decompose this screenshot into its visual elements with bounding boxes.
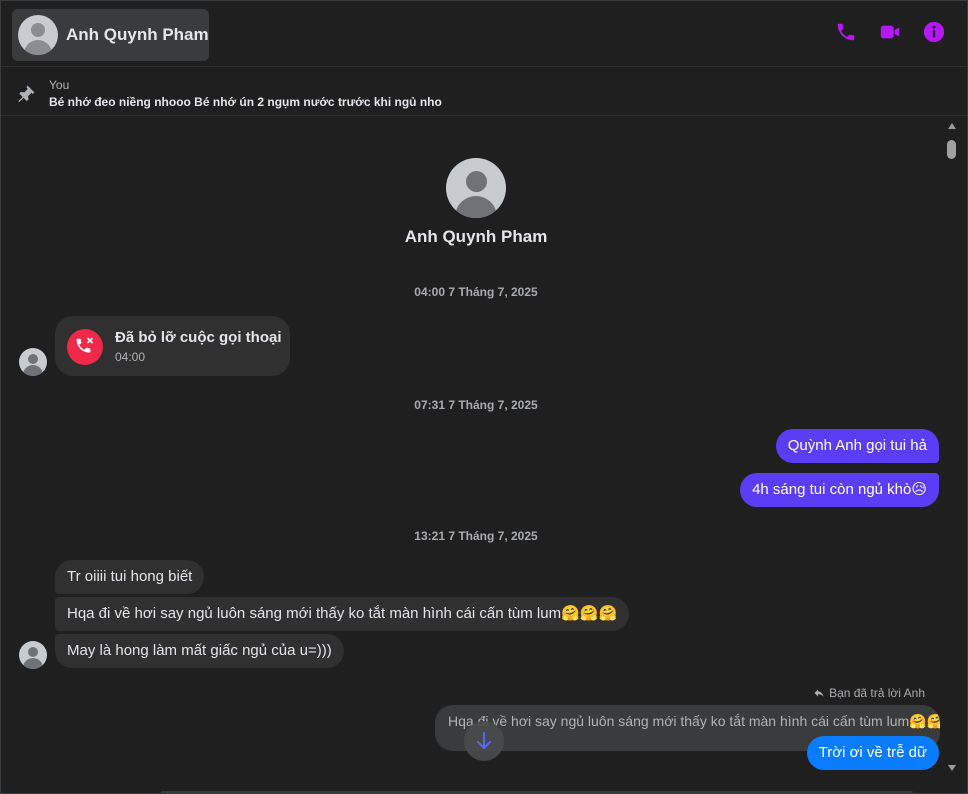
pinned-author: You [49,78,70,92]
timestamp: 04:00 7 Tháng 7, 2025 [414,285,538,299]
scroll-down-arrow[interactable] [948,765,956,771]
avatar[interactable] [19,348,47,376]
message-bubble-incoming[interactable]: Hqa đi về hơi say ngủ luôn sáng mới thấy… [55,597,630,631]
scrollbar-thumb[interactable] [947,140,956,159]
header-actions [835,21,945,43]
message-bubble-reply[interactable]: Trời ơi về trễ dữ [806,736,939,770]
contact-profile-button[interactable]: Anh Quynh Pham [12,9,209,61]
profile-name: Anh Quynh Pham [404,227,548,246]
scroll-up-arrow[interactable] [948,123,956,129]
scrollbar[interactable] [946,123,958,779]
pinned-message-bar[interactable]: You Bé nhớ đeo niềng nhooo Bé nhớ ún 2 n… [1,68,967,116]
missed-call-icon [67,329,103,365]
video-camera-icon[interactable] [879,21,901,43]
avatar[interactable] [19,641,47,669]
missed-call-title: Đã bỏ lỡ cuộc gọi thoại [115,329,282,346]
pin-icon [18,85,35,102]
reply-hint-text: Bạn đã trả lời Anh [829,686,925,700]
missed-call-time: 04:00 [115,350,146,364]
phone-icon[interactable] [835,21,857,43]
message-bubble-incoming[interactable]: May là hong làm mất giấc ngủ của u=))) [55,634,344,668]
missed-call-card[interactable]: Đã bỏ lỡ cuộc gọi thoại 04:00 [55,316,290,376]
profile-avatar[interactable] [446,158,506,218]
arrow-down-icon [477,732,491,749]
message-bubble-incoming[interactable]: Tr oiiii tui hong biết [55,560,205,594]
messenger-window: Anh Quynh Pham You Bé nhớ đeo niềng nhoo… [0,0,968,794]
message-bubble-outgoing[interactable]: Quỳnh Anh gọi tui hả [775,429,939,463]
info-icon[interactable] [923,21,945,43]
avatar [18,15,58,55]
pinned-text: Bé nhớ đeo niềng nhooo Bé nhớ ún 2 ngụm … [49,95,442,109]
reply-icon [814,689,824,697]
timestamp: 07:31 7 Tháng 7, 2025 [414,398,538,412]
reply-hint: Bạn đã trả lời Anh [813,686,925,700]
timestamp: 13:21 7 Tháng 7, 2025 [414,529,538,543]
scroll-to-bottom-button[interactable] [464,721,504,761]
message-bubble-outgoing[interactable]: 4h sáng tui còn ngủ khò😥 [740,473,939,507]
contact-name: Anh Quynh Pham [66,25,209,44]
chat-header: Anh Quynh Pham [1,1,967,67]
